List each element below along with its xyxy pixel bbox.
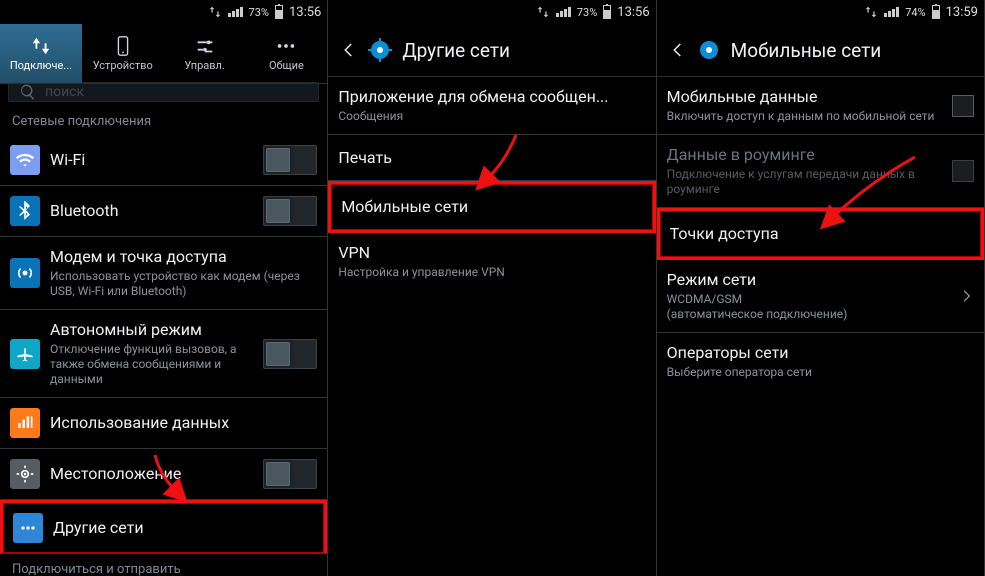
- battery-icon: [275, 5, 283, 19]
- wifi-icon: [10, 145, 40, 175]
- signal-icon: [228, 7, 243, 17]
- location-item[interactable]: Местоположение: [0, 449, 327, 500]
- section-share: Подключиться и отправить: [0, 553, 327, 576]
- search-input[interactable]: [45, 84, 308, 100]
- tethering-sub: Использовать устройство как модем (через…: [50, 269, 317, 299]
- swap-icon: [864, 5, 878, 19]
- data-usage-item[interactable]: Использование данных: [0, 398, 327, 449]
- mobile-data-item[interactable]: Мобильные данные Включить доступ к данны…: [657, 77, 984, 135]
- header-title: Мобильные сети: [731, 39, 882, 62]
- battery-icon: [932, 5, 940, 19]
- more-networks-item[interactable]: Другие сети: [0, 500, 327, 553]
- status-bar: 74% 13:59: [657, 0, 984, 24]
- search-row[interactable]: [8, 82, 319, 102]
- more-networks-icon: [13, 513, 43, 543]
- chevron-right-icon: [958, 288, 974, 304]
- bluetooth-icon: [10, 196, 40, 226]
- signal-icon: [884, 7, 899, 17]
- vpn-sub: Настройка и управление VPN: [338, 265, 645, 280]
- mobile-data-title: Мобильные данные: [667, 87, 952, 107]
- printing-item[interactable]: Печать: [328, 135, 655, 181]
- roaming-item[interactable]: Данные в роуминге Подключение к услугам …: [657, 135, 984, 208]
- gear-icon: [697, 38, 721, 62]
- location-toggle[interactable]: [263, 459, 317, 489]
- apn-item[interactable]: Точки доступа: [657, 208, 984, 260]
- default-messaging-title: Приложение для обмена сообщен...: [338, 87, 645, 107]
- wifi-label: Wi-Fi: [50, 150, 263, 170]
- wifi-item[interactable]: Wi-Fi: [0, 135, 327, 186]
- battery-pct: 74%: [905, 6, 925, 19]
- data-usage-label: Использование данных: [50, 413, 317, 433]
- mobile-data-sub: Включить доступ к данным по мобильной се…: [667, 109, 952, 124]
- mobile-networks-label: Мобильные сети: [341, 197, 642, 217]
- network-operators-title: Операторы сети: [667, 343, 974, 363]
- back-icon[interactable]: [669, 41, 687, 59]
- status-bar: 73% 13:56: [0, 0, 327, 24]
- app-header: Другие сети: [328, 24, 655, 77]
- airplane-sub: Отключение функций вызовов, а также обме…: [50, 342, 263, 387]
- tethering-icon: [10, 258, 40, 288]
- tab-label: Управл.: [184, 59, 224, 72]
- signal-icon: [556, 7, 571, 17]
- status-bar: 73% 13:56: [328, 0, 655, 24]
- wifi-toggle[interactable]: [263, 145, 317, 175]
- roaming-checkbox[interactable]: [952, 160, 974, 182]
- mobile-networks-item[interactable]: Мобильные сети: [328, 181, 655, 233]
- network-mode-item[interactable]: Режим сети WCDMA/GSM (автоматическое под…: [657, 260, 984, 333]
- bluetooth-label: Bluetooth: [50, 201, 263, 221]
- more-networks-label: Другие сети: [53, 518, 314, 538]
- airplane-item[interactable]: Автономный режим Отключение функций вызо…: [0, 310, 327, 398]
- battery-pct: 73%: [249, 6, 269, 19]
- tab-label: Подключе...: [10, 59, 72, 72]
- mobile-data-checkbox[interactable]: [952, 95, 974, 117]
- network-operators-item[interactable]: Операторы сети Выберите оператора сети: [657, 333, 984, 390]
- app-header: Мобильные сети: [657, 24, 984, 77]
- clock: 13:56: [617, 5, 649, 20]
- swap-icon: [208, 5, 222, 19]
- default-messaging-sub: Сообщения: [338, 109, 645, 124]
- bluetooth-toggle[interactable]: [263, 196, 317, 226]
- header-title: Другие сети: [402, 39, 510, 62]
- search-icon: [19, 83, 37, 101]
- tab-general[interactable]: Общие: [245, 24, 327, 83]
- printing-label: Печать: [338, 148, 645, 168]
- more-networks-screen: 73% 13:56 Другие сети Приложение для обм…: [328, 0, 656, 576]
- tab-label: Общие: [269, 59, 304, 72]
- section-network: Сетевые подключения: [0, 106, 327, 135]
- clock: 13:56: [289, 5, 321, 20]
- battery-icon: [603, 5, 611, 19]
- network-operators-sub: Выберите оператора сети: [667, 365, 974, 380]
- settings-connections-screen: 73% 13:56 Подключе... Устройство Управл.…: [0, 0, 328, 576]
- vpn-title: VPN: [338, 243, 645, 263]
- vpn-item[interactable]: VPN Настройка и управление VPN: [328, 233, 655, 290]
- tab-connections[interactable]: Подключе...: [0, 24, 82, 83]
- data-usage-icon: [10, 408, 40, 438]
- airplane-icon: [10, 339, 40, 369]
- apn-label: Точки доступа: [670, 224, 971, 244]
- bluetooth-item[interactable]: Bluetooth: [0, 186, 327, 237]
- roaming-sub: Подключение к услугам передачи данных в …: [667, 167, 952, 197]
- default-messaging-item[interactable]: Приложение для обмена сообщен... Сообщен…: [328, 77, 655, 135]
- back-icon[interactable]: [340, 41, 358, 59]
- roaming-title: Данные в роуминге: [667, 145, 952, 165]
- tab-label: Устройство: [93, 59, 153, 72]
- tab-device[interactable]: Устройство: [82, 24, 164, 83]
- network-mode-sub: WCDMA/GSM (автоматическое подключение): [667, 292, 958, 322]
- clock: 13:59: [946, 5, 978, 20]
- swap-icon: [536, 5, 550, 19]
- tethering-title: Модем и точка доступа: [50, 247, 317, 267]
- battery-pct: 73%: [577, 6, 597, 19]
- airplane-toggle[interactable]: [263, 339, 317, 369]
- settings-tabs: Подключе... Устройство Управл. Общие: [0, 24, 327, 84]
- gear-icon: [368, 38, 392, 62]
- tab-controls[interactable]: Управл.: [164, 24, 246, 83]
- network-mode-title: Режим сети: [667, 270, 958, 290]
- tethering-item[interactable]: Модем и точка доступа Использовать устро…: [0, 237, 327, 310]
- mobile-networks-screen: 74% 13:59 Мобильные сети Мобильные данны…: [657, 0, 985, 576]
- airplane-title: Автономный режим: [50, 320, 263, 340]
- location-icon: [10, 459, 40, 489]
- location-label: Местоположение: [50, 464, 263, 484]
